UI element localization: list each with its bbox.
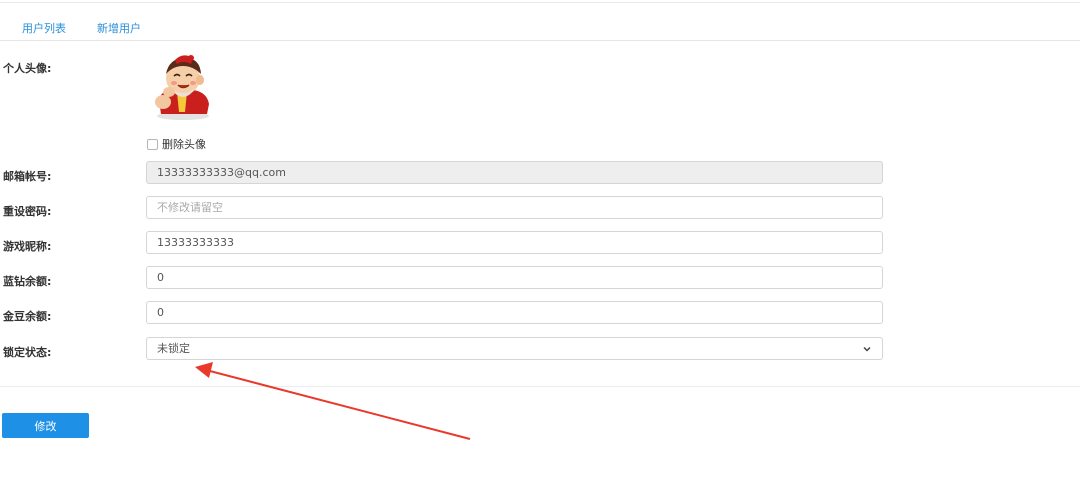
form-divider: [0, 386, 1080, 387]
delete-avatar-label: 删除头像: [162, 138, 206, 151]
gold-bean-field[interactable]: 0: [146, 301, 883, 324]
blue-diamond-field[interactable]: 0: [146, 266, 883, 289]
nickname-field[interactable]: 13333333333: [146, 231, 883, 254]
nickname-label: 游戏昵称:: [3, 240, 52, 253]
email-field[interactable]: 13333333333@qq.com: [146, 161, 883, 184]
tab-user-list[interactable]: 用户列表: [22, 20, 66, 36]
tab-bar: 用户列表 新增用户: [0, 10, 1080, 41]
delete-avatar-checkbox[interactable]: [147, 138, 158, 150]
chevron-down-icon: [863, 346, 871, 352]
lock-status-value: 未锁定: [157, 342, 190, 355]
top-border: [0, 2, 1080, 3]
password-field[interactable]: [146, 196, 883, 219]
page: 用户列表 新增用户 个人头像: 删除头像 邮箱帐号: 13333333333@q…: [0, 0, 1080, 480]
avatar-label: 个人头像:: [3, 62, 52, 75]
email-label: 邮箱帐号:: [3, 170, 52, 183]
submit-button[interactable]: 修改: [2, 413, 89, 438]
lock-status-label: 锁定状态:: [3, 346, 52, 359]
lock-status-select[interactable]: 未锁定: [146, 337, 883, 360]
gold-bean-label: 金豆余额:: [3, 310, 52, 323]
avatar-image: [155, 55, 209, 120]
delete-avatar-row[interactable]: 删除头像: [147, 136, 206, 152]
blue-diamond-label: 蓝钻余额:: [3, 275, 52, 288]
tab-add-user[interactable]: 新增用户: [97, 20, 141, 36]
password-label: 重设密码:: [3, 205, 52, 218]
